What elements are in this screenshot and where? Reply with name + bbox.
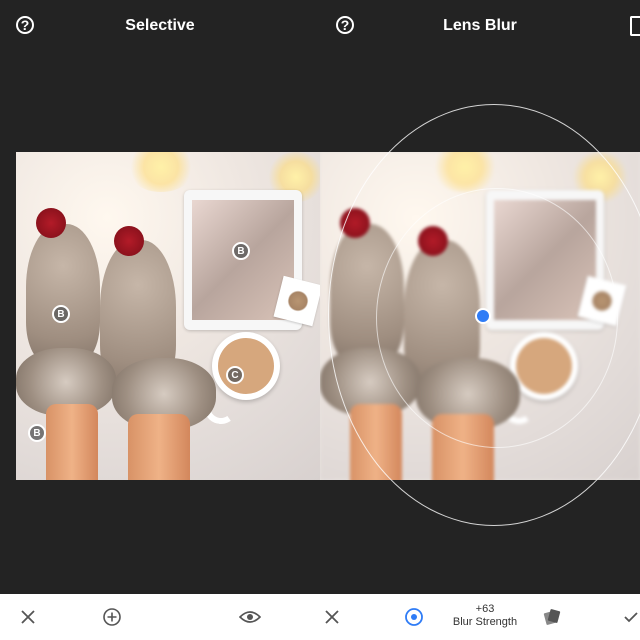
selective-top-bar: ? Selective [0,0,320,54]
control-point-pin[interactable]: B [232,242,250,260]
left-sock [26,224,100,364]
blur-shape-icon[interactable] [398,594,430,640]
blur-strength-value: +63 [475,603,495,615]
style-icon[interactable] [536,594,568,640]
blur-strength-label: Blur Strength [452,616,518,628]
compare-icon[interactable] [630,16,640,36]
blur-inner-ring[interactable] [376,188,618,448]
blur-center-handle[interactable] [475,308,491,324]
selective-panel: ? Selective B B C B [0,0,320,640]
page-title: Selective [125,17,195,34]
left-pompom [36,208,66,238]
control-point-pin[interactable]: B [28,424,46,442]
right-leg [128,414,190,480]
close-icon[interactable] [316,594,348,640]
photo-canvas[interactable]: B B C B [16,152,320,480]
right-pompom [114,226,144,256]
lens-blur-panel: ? Lens Blur [320,0,640,640]
left-leg [46,404,98,480]
lens-blur-top-bar: ? Lens Blur [320,0,640,54]
page-title: Lens Blur [443,17,517,34]
control-point-pin-active[interactable]: C [226,366,244,384]
control-point-pin[interactable]: B [52,305,70,323]
blur-strength-readout[interactable]: +63 Blur Strength [440,603,530,629]
checkmark-icon[interactable] [622,594,640,640]
close-icon[interactable] [12,594,44,640]
add-icon[interactable] [96,594,128,640]
eye-icon[interactable] [234,594,266,640]
